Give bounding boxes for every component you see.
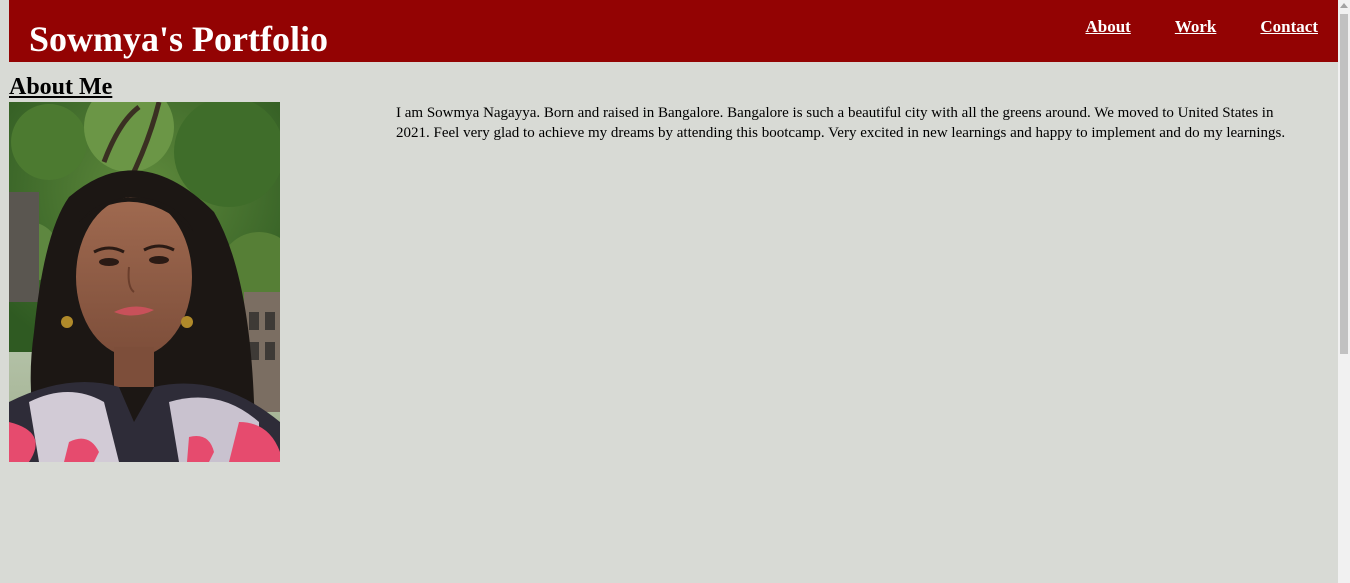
nav-link-work[interactable]: Work <box>1175 17 1217 37</box>
site-title: Sowmya's Portfolio <box>29 19 328 59</box>
page-scrollbar[interactable] <box>1338 0 1350 583</box>
about-heading: About Me <box>9 74 113 100</box>
arrow-up-icon[interactable] <box>1340 3 1348 8</box>
site-header: Sowmya's Portfolio About Work Contact <box>9 0 1338 62</box>
profile-photo <box>9 102 280 462</box>
nav-link-about[interactable]: About <box>1085 17 1130 37</box>
nav-link-contact[interactable]: Contact <box>1260 17 1318 37</box>
page: Sowmya's Portfolio About Work Contact Ab… <box>0 0 1338 583</box>
scrollbar-thumb[interactable] <box>1340 14 1348 354</box>
main-nav: About Work Contact <box>1085 17 1318 37</box>
about-paragraph: I am Sowmya Nagayya. Born and raised in … <box>396 105 1286 141</box>
